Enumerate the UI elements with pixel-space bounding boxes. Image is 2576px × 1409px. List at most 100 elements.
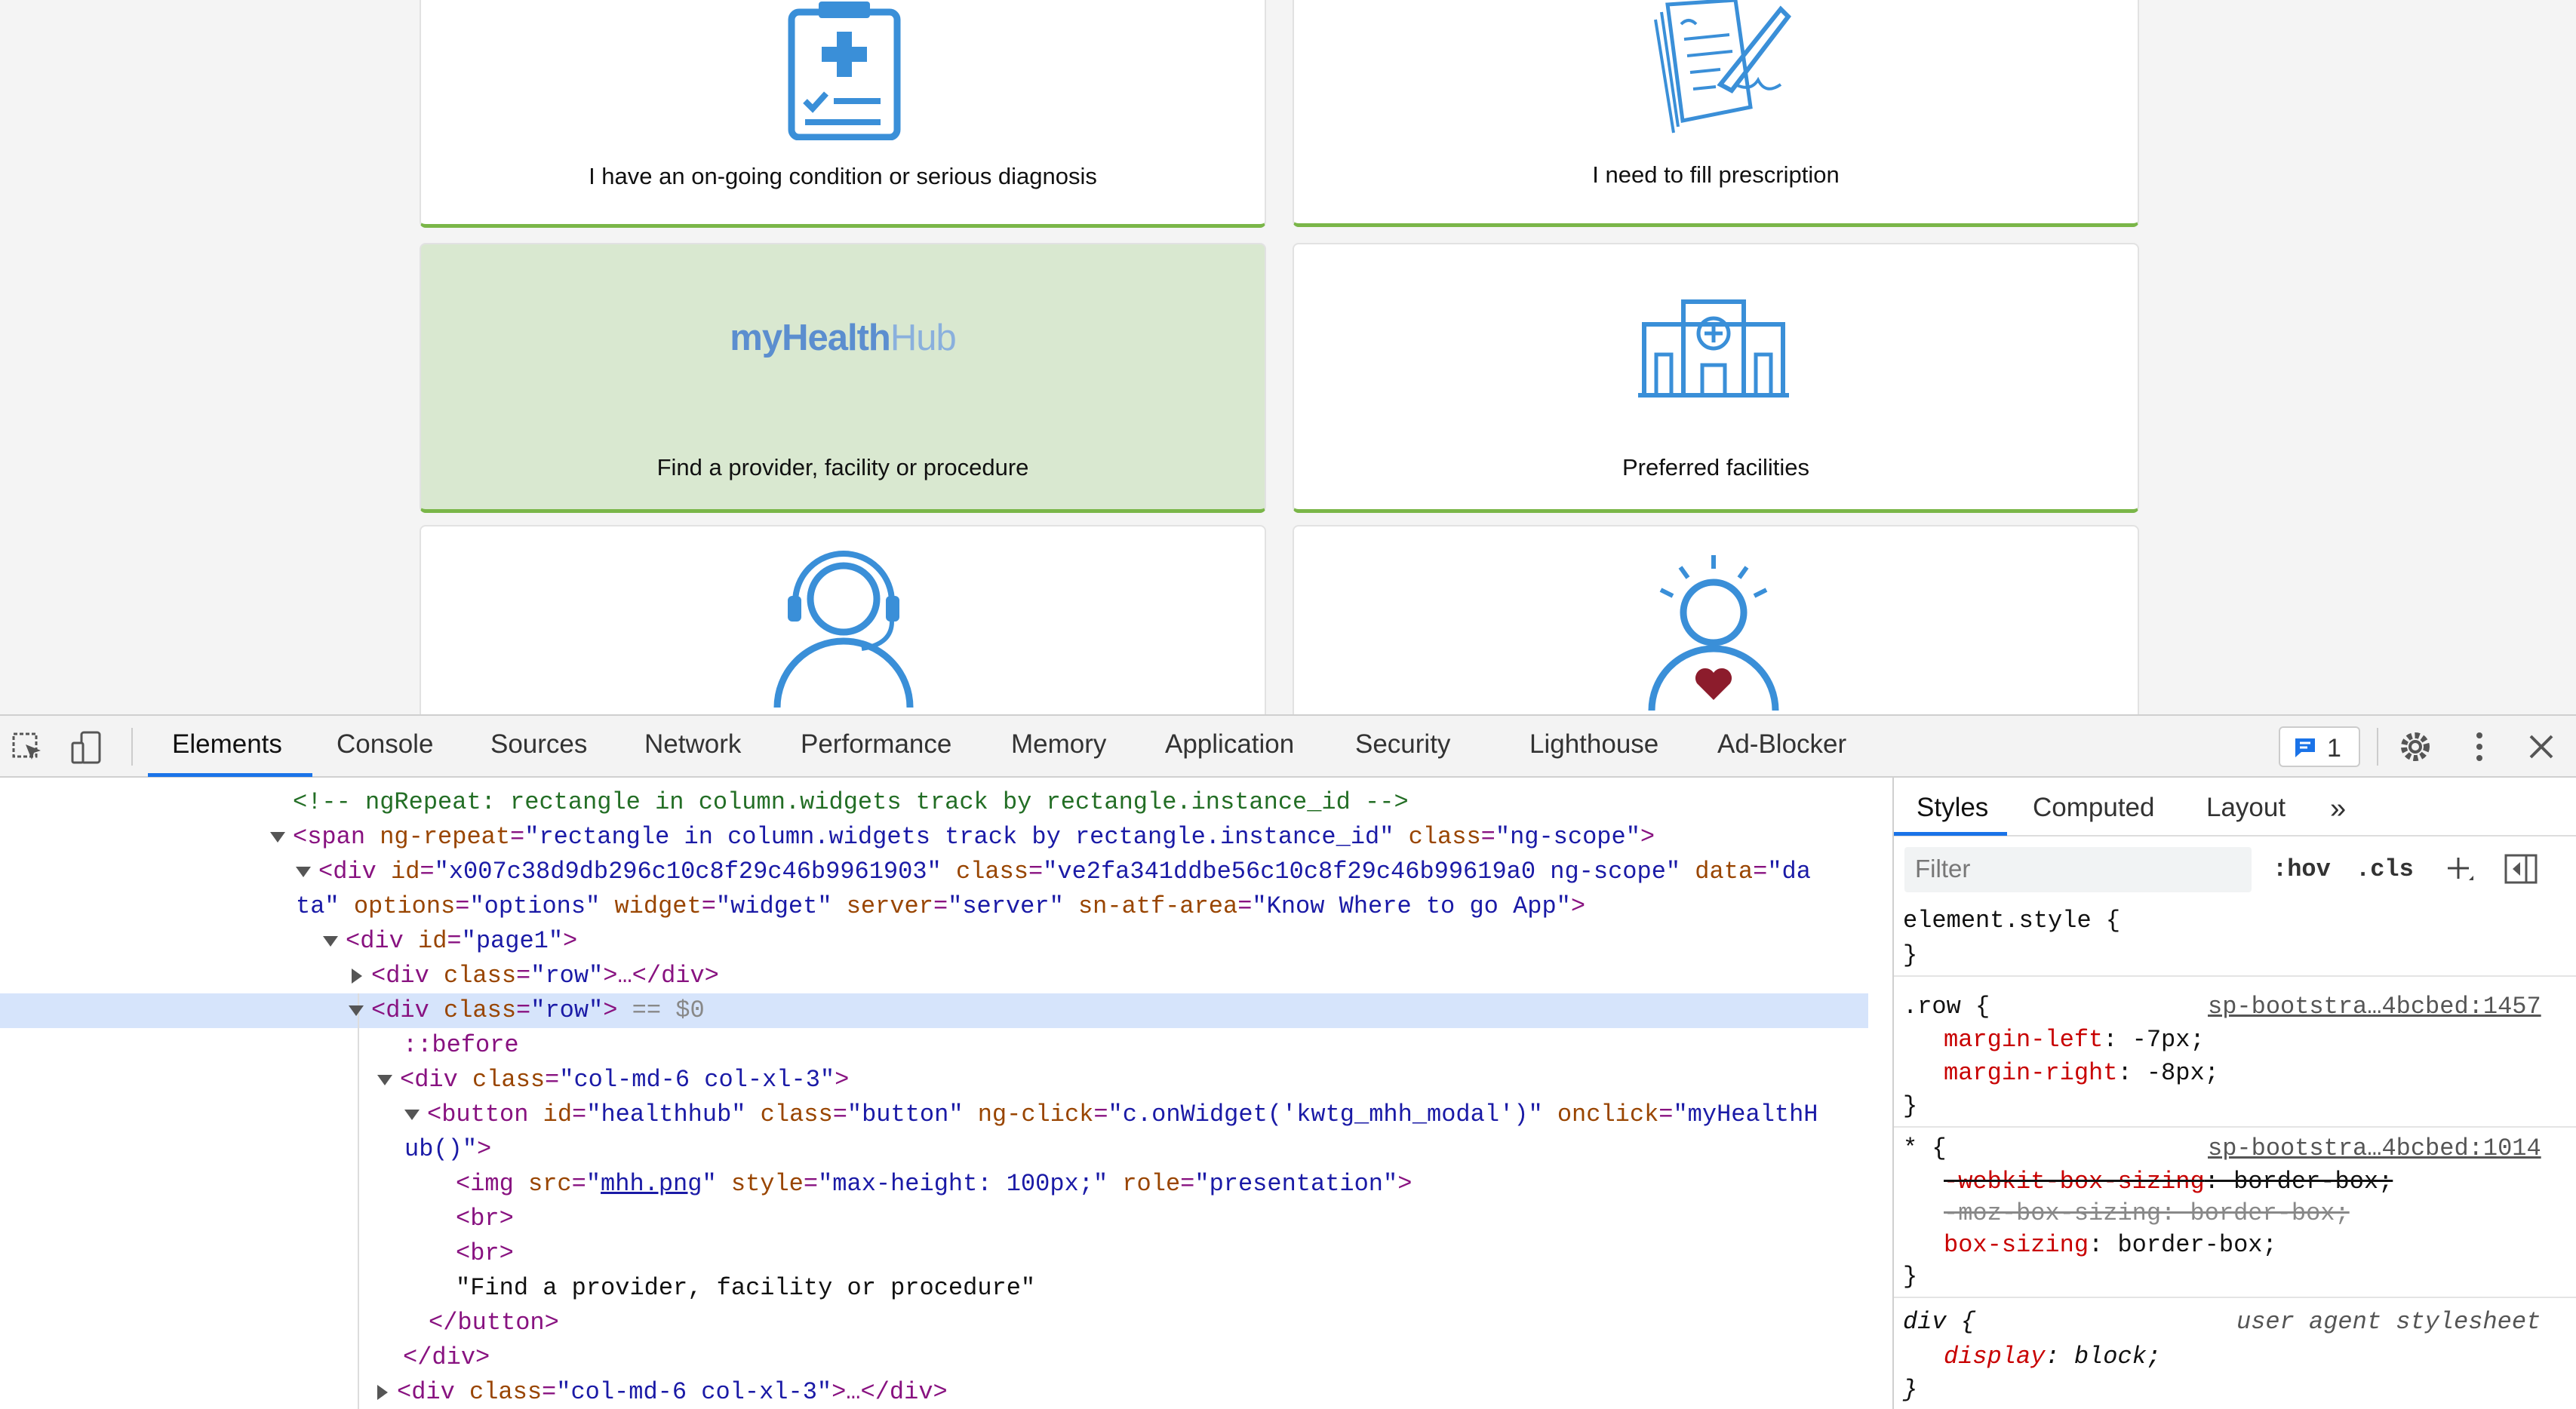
invalid-property[interactable]: -moz-box-sizing: border-box; xyxy=(1944,1197,2350,1230)
collapsed-triangle-icon[interactable] xyxy=(377,1384,388,1400)
styles-filter-input[interactable]: Filter xyxy=(1904,847,2252,892)
rule-separator xyxy=(1894,975,2576,977)
close-brace: } xyxy=(1903,941,1918,969)
styles-pane: Styles Computed Layout » Filter :hov .cl… xyxy=(1892,778,2576,1409)
tab-performance[interactable]: Performance xyxy=(801,729,951,760)
card-wellness[interactable] xyxy=(1293,525,2139,714)
close-icon[interactable] xyxy=(2528,733,2555,760)
card-prescription[interactable]: I need to fill prescription xyxy=(1293,0,2139,227)
div-selector[interactable]: div { xyxy=(1903,1306,1975,1339)
toolbar-divider xyxy=(2377,728,2378,766)
dom-line[interactable]: <div class="col-md-6 col-xl-3"> xyxy=(377,1063,849,1097)
tab-computed[interactable]: Computed xyxy=(2033,793,2154,823)
dom-tree: <!-- ngRepeat: rectangle in column.widge… xyxy=(0,778,1892,1409)
tab-security[interactable]: Security xyxy=(1355,729,1450,760)
style-property[interactable]: margin-left: -7px; xyxy=(1944,1024,2205,1057)
tab-console[interactable]: Console xyxy=(337,729,433,760)
clipboard-medical-icon xyxy=(788,2,901,140)
gear-icon[interactable] xyxy=(2398,729,2433,764)
pseudo-element-line[interactable]: ::before xyxy=(403,1028,519,1063)
inspect-element-icon[interactable] xyxy=(11,731,44,764)
message-icon xyxy=(2295,738,2315,757)
person-heart-icon xyxy=(1648,555,1779,711)
expand-triangle-icon[interactable] xyxy=(377,1074,392,1085)
dom-line[interactable]: <br> xyxy=(456,1202,514,1236)
image-source-link[interactable]: mhh.png xyxy=(601,1170,702,1198)
dom-line[interactable]: <img src="mhh.png" style="max-height: 10… xyxy=(456,1167,1412,1202)
devtools-tabbar: Elements Console Sources Network Perform… xyxy=(0,716,2576,778)
rule-row-source-link[interactable]: sp-bootstra…4bcbed:1457 xyxy=(2208,990,2541,1024)
dom-line-selected[interactable]: <div class="row"> == $0 xyxy=(349,993,705,1028)
dom-line[interactable]: <button id="healthhub" class="button" ng… xyxy=(404,1097,1818,1132)
new-style-rule-icon[interactable] xyxy=(2445,855,2475,885)
dom-line[interactable]: <span ng-repeat="rectangle in column.wid… xyxy=(270,820,1655,855)
tab-ad-blocker[interactable]: Ad-Blocker xyxy=(1717,729,1846,760)
close-brace: } xyxy=(1903,1263,1918,1291)
more-options-icon[interactable] xyxy=(2472,729,2487,764)
tab-layout[interactable]: Layout xyxy=(2206,793,2286,823)
close-brace: } xyxy=(1903,1376,1918,1404)
rule-row-selector[interactable]: .row { xyxy=(1903,990,1990,1024)
card-preferred-facilities[interactable]: Preferred facilities xyxy=(1293,243,2139,513)
tab-lighthouse[interactable]: Lighthouse xyxy=(1529,729,1658,760)
toolbar-divider xyxy=(131,728,133,766)
universal-source-link[interactable]: sp-bootstra…4bcbed:1014 xyxy=(2208,1132,2541,1165)
tab-sources[interactable]: Sources xyxy=(490,729,587,760)
class-toggle[interactable]: .cls xyxy=(2356,853,2414,886)
device-toolbar-icon[interactable] xyxy=(69,731,103,764)
dom-line[interactable]: <div id="page1"> xyxy=(323,924,577,959)
headset-support-icon xyxy=(773,551,914,708)
universal-selector[interactable]: * { xyxy=(1903,1132,1947,1165)
myhealthhub-logo: myHealthHub xyxy=(730,318,956,358)
hospital-building-icon xyxy=(1638,299,1789,398)
dom-line[interactable]: ta" options="options" widget="widget" se… xyxy=(296,889,1585,924)
close-brace: } xyxy=(1903,1092,1918,1120)
toggle-sidebar-icon[interactable] xyxy=(2504,853,2538,885)
card-label: I need to fill prescription xyxy=(1592,161,1840,188)
dom-line[interactable]: <br> xyxy=(456,1236,514,1271)
page-content: I have an on-going condition or serious … xyxy=(0,0,2576,714)
styles-tabbar: Styles Computed Layout » xyxy=(1894,778,2576,836)
card-find-provider[interactable]: myHealthHub Find a provider, facility or… xyxy=(420,243,1266,513)
collapsed-triangle-icon[interactable] xyxy=(352,968,362,984)
style-property[interactable]: margin-right: -8px; xyxy=(1944,1057,2219,1090)
tab-styles[interactable]: Styles xyxy=(1917,793,1988,823)
dom-line[interactable]: <div class="col-md-6 col-xl-3">…</div> xyxy=(377,1375,948,1409)
dom-text-node[interactable]: "Find a provider, facility or procedure" xyxy=(456,1271,1035,1306)
style-property[interactable]: display: block; xyxy=(1944,1340,2161,1374)
user-agent-label: user agent stylesheet xyxy=(2236,1308,2541,1336)
expand-triangle-icon[interactable] xyxy=(296,866,311,877)
hover-state-toggle[interactable]: :hov xyxy=(2273,853,2331,886)
dom-line[interactable]: <div class="row">…</div> xyxy=(352,959,719,993)
selected-node-highlight xyxy=(0,993,1868,1028)
active-tab-indicator xyxy=(148,773,312,777)
card-support[interactable] xyxy=(420,525,1266,714)
dom-line[interactable]: </button> xyxy=(429,1306,559,1340)
expand-triangle-icon[interactable] xyxy=(404,1109,420,1120)
expand-triangle-icon[interactable] xyxy=(349,1005,364,1016)
issues-badge[interactable]: 1 xyxy=(2279,726,2360,767)
active-styles-tab-indicator xyxy=(1894,832,2007,836)
card-label: Find a provider, facility or procedure xyxy=(656,454,1029,480)
element-style-selector[interactable]: element.style { xyxy=(1903,904,2120,938)
overridden-property[interactable]: -webkit-box-sizing: border-box; xyxy=(1944,1165,2393,1199)
expand-triangle-icon[interactable] xyxy=(323,935,338,947)
dom-line[interactable]: <!-- ngRepeat: rectangle in column.widge… xyxy=(293,785,1409,820)
tab-application[interactable]: Application xyxy=(1165,729,1294,760)
expand-triangle-icon[interactable] xyxy=(270,831,285,843)
card-label: Preferred facilities xyxy=(1622,454,1810,480)
tab-memory[interactable]: Memory xyxy=(1011,729,1106,760)
tab-network[interactable]: Network xyxy=(644,729,741,760)
tab-elements[interactable]: Elements xyxy=(172,729,282,760)
card-ongoing-condition[interactable]: I have an on-going condition or serious … xyxy=(420,0,1266,228)
card-label: I have an on-going condition or serious … xyxy=(589,163,1097,189)
prescription-pad-icon xyxy=(1654,0,1791,134)
rule-separator xyxy=(1894,1126,2576,1128)
more-tabs-chevron-icon[interactable]: » xyxy=(2330,793,2346,825)
dom-line[interactable]: </div> xyxy=(403,1340,490,1375)
style-property[interactable]: box-sizing: border-box; xyxy=(1944,1229,2277,1262)
dom-line[interactable]: <div id="x007c38d9db296c10c8f29c46b99619… xyxy=(296,855,1811,889)
dom-line[interactable]: ub()"> xyxy=(404,1132,491,1167)
rule-separator xyxy=(1894,1297,2576,1298)
devtools-panel: Elements Console Sources Network Perform… xyxy=(0,714,2576,1409)
